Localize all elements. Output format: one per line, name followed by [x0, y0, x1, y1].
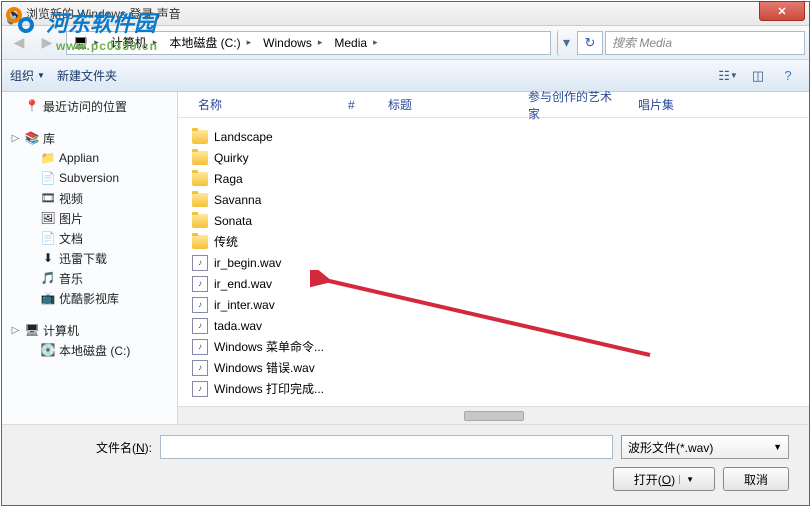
refresh-button[interactable]: ↻: [577, 31, 603, 55]
sidebar-library[interactable]: ▷📚库: [2, 128, 177, 148]
sidebar-computer[interactable]: ▷🖥计算机: [2, 320, 177, 340]
view-button[interactable]: ☷ ▼: [715, 65, 741, 87]
wav-icon: ♪: [192, 381, 208, 397]
breadcrumb-item: Windows▸: [257, 32, 328, 54]
filename-label: 文件名(N):: [22, 439, 152, 456]
wav-icon: ♪: [192, 339, 208, 355]
file-list[interactable]: Landscape Quirky Raga Savanna Sonata 传统 …: [178, 118, 809, 406]
file-row[interactable]: ♪Windows 打印完成...: [178, 378, 809, 399]
forward-button[interactable]: ▶: [34, 30, 60, 56]
sidebar-item-documents[interactable]: 📄文档: [2, 228, 177, 248]
preview-pane-button[interactable]: ◫: [745, 65, 771, 87]
filetype-combo[interactable]: 波形文件(*.wav)▼: [621, 435, 789, 459]
file-row[interactable]: ♪ir_inter.wav: [178, 294, 809, 315]
file-row[interactable]: ♪ir_end.wav: [178, 273, 809, 294]
breadcrumb-dropdown[interactable]: ▾: [557, 30, 575, 56]
folder-icon: [192, 214, 208, 228]
sound-icon: 🔈: [6, 6, 22, 22]
wav-icon: ♪: [192, 360, 208, 376]
sidebar-item-applian[interactable]: 📁Applian: [2, 148, 177, 168]
breadcrumb-item: Media▸: [328, 32, 383, 54]
column-artist[interactable]: 参与创作的艺术家: [520, 88, 630, 122]
organize-button[interactable]: 组织 ▼: [10, 67, 45, 84]
sidebar-item-music[interactable]: 🎵音乐: [2, 268, 177, 288]
breadcrumb-item: 本地磁盘 (C:)▸: [163, 32, 257, 54]
file-pane: 名称 # 标题 参与创作的艺术家 唱片集 Landscape Quirky Ra…: [178, 92, 809, 424]
folder-icon: [192, 172, 208, 186]
open-button[interactable]: 打开(O) ▼: [613, 467, 715, 491]
wav-icon: ♪: [192, 255, 208, 271]
folder-icon: [192, 235, 208, 249]
sidebar-recent[interactable]: 📍最近访问的位置: [2, 96, 177, 116]
window-title: 浏览新的 Windows 登录 声音: [26, 5, 181, 22]
sidebar-item-video[interactable]: 🎞视频: [2, 188, 177, 208]
search-input[interactable]: 搜索 Media: [605, 31, 805, 55]
titlebar: 🔈 浏览新的 Windows 登录 声音 ✕: [2, 2, 809, 26]
folder-row[interactable]: Savanna: [178, 189, 809, 210]
breadcrumb[interactable]: 🖥▸ 计算机▸ 本地磁盘 (C:)▸ Windows▸ Media▸: [66, 31, 551, 55]
column-num[interactable]: #: [340, 98, 380, 112]
folder-row[interactable]: Sonata: [178, 210, 809, 231]
file-row[interactable]: ♪ir_begin.wav: [178, 252, 809, 273]
new-folder-button[interactable]: 新建文件夹: [57, 67, 117, 84]
column-title[interactable]: 标题: [380, 96, 520, 113]
close-button[interactable]: ✕: [759, 1, 805, 21]
horizontal-scrollbar[interactable]: [178, 406, 809, 424]
file-row[interactable]: ♪Windows 菜单命令...: [178, 336, 809, 357]
folder-icon: [192, 193, 208, 207]
sidebar-item-subversion[interactable]: 📄Subversion: [2, 168, 177, 188]
sidebar-local-disk[interactable]: 💽本地磁盘 (C:): [2, 340, 177, 360]
sidebar-item-youku[interactable]: 📺优酷影视库: [2, 288, 177, 308]
sidebar: 📍最近访问的位置 ▷📚库 📁Applian 📄Subversion 🎞视频 🖼图…: [2, 92, 178, 424]
wav-icon: ♪: [192, 297, 208, 313]
folder-row[interactable]: Quirky: [178, 147, 809, 168]
folder-row[interactable]: Raga: [178, 168, 809, 189]
folder-row[interactable]: Landscape: [178, 126, 809, 147]
file-row[interactable]: ♪Windows 错误.wav: [178, 357, 809, 378]
computer-icon: 🖥: [73, 36, 88, 50]
file-row[interactable]: ♪tada.wav: [178, 315, 809, 336]
help-button[interactable]: ?: [775, 65, 801, 87]
folder-icon: [192, 151, 208, 165]
toolbar: 组织 ▼ 新建文件夹 ☷ ▼ ◫ ?: [2, 60, 809, 92]
wav-icon: ♪: [192, 276, 208, 292]
column-name[interactable]: 名称: [190, 96, 340, 113]
folder-row[interactable]: 传统: [178, 231, 809, 252]
navbar: ◀ ▶ 🖥▸ 计算机▸ 本地磁盘 (C:)▸ Windows▸ Media▸ ▾…: [2, 26, 809, 60]
breadcrumb-item: 计算机▸: [105, 32, 164, 54]
scrollbar-thumb[interactable]: [464, 411, 524, 421]
folder-icon: [192, 130, 208, 144]
wav-icon: ♪: [192, 318, 208, 334]
sidebar-item-pictures[interactable]: 🖼图片: [2, 208, 177, 228]
filename-input[interactable]: [160, 435, 613, 459]
column-album[interactable]: 唱片集: [630, 96, 809, 113]
column-headers[interactable]: 名称 # 标题 参与创作的艺术家 唱片集: [178, 92, 809, 118]
footer: 文件名(N): 波形文件(*.wav)▼ 打开(O) ▼ 取消: [2, 424, 809, 505]
search-placeholder: 搜索 Media: [612, 34, 672, 51]
back-button[interactable]: ◀: [6, 30, 32, 56]
cancel-button[interactable]: 取消: [723, 467, 789, 491]
sidebar-item-xunlei[interactable]: ⬇迅雷下载: [2, 248, 177, 268]
